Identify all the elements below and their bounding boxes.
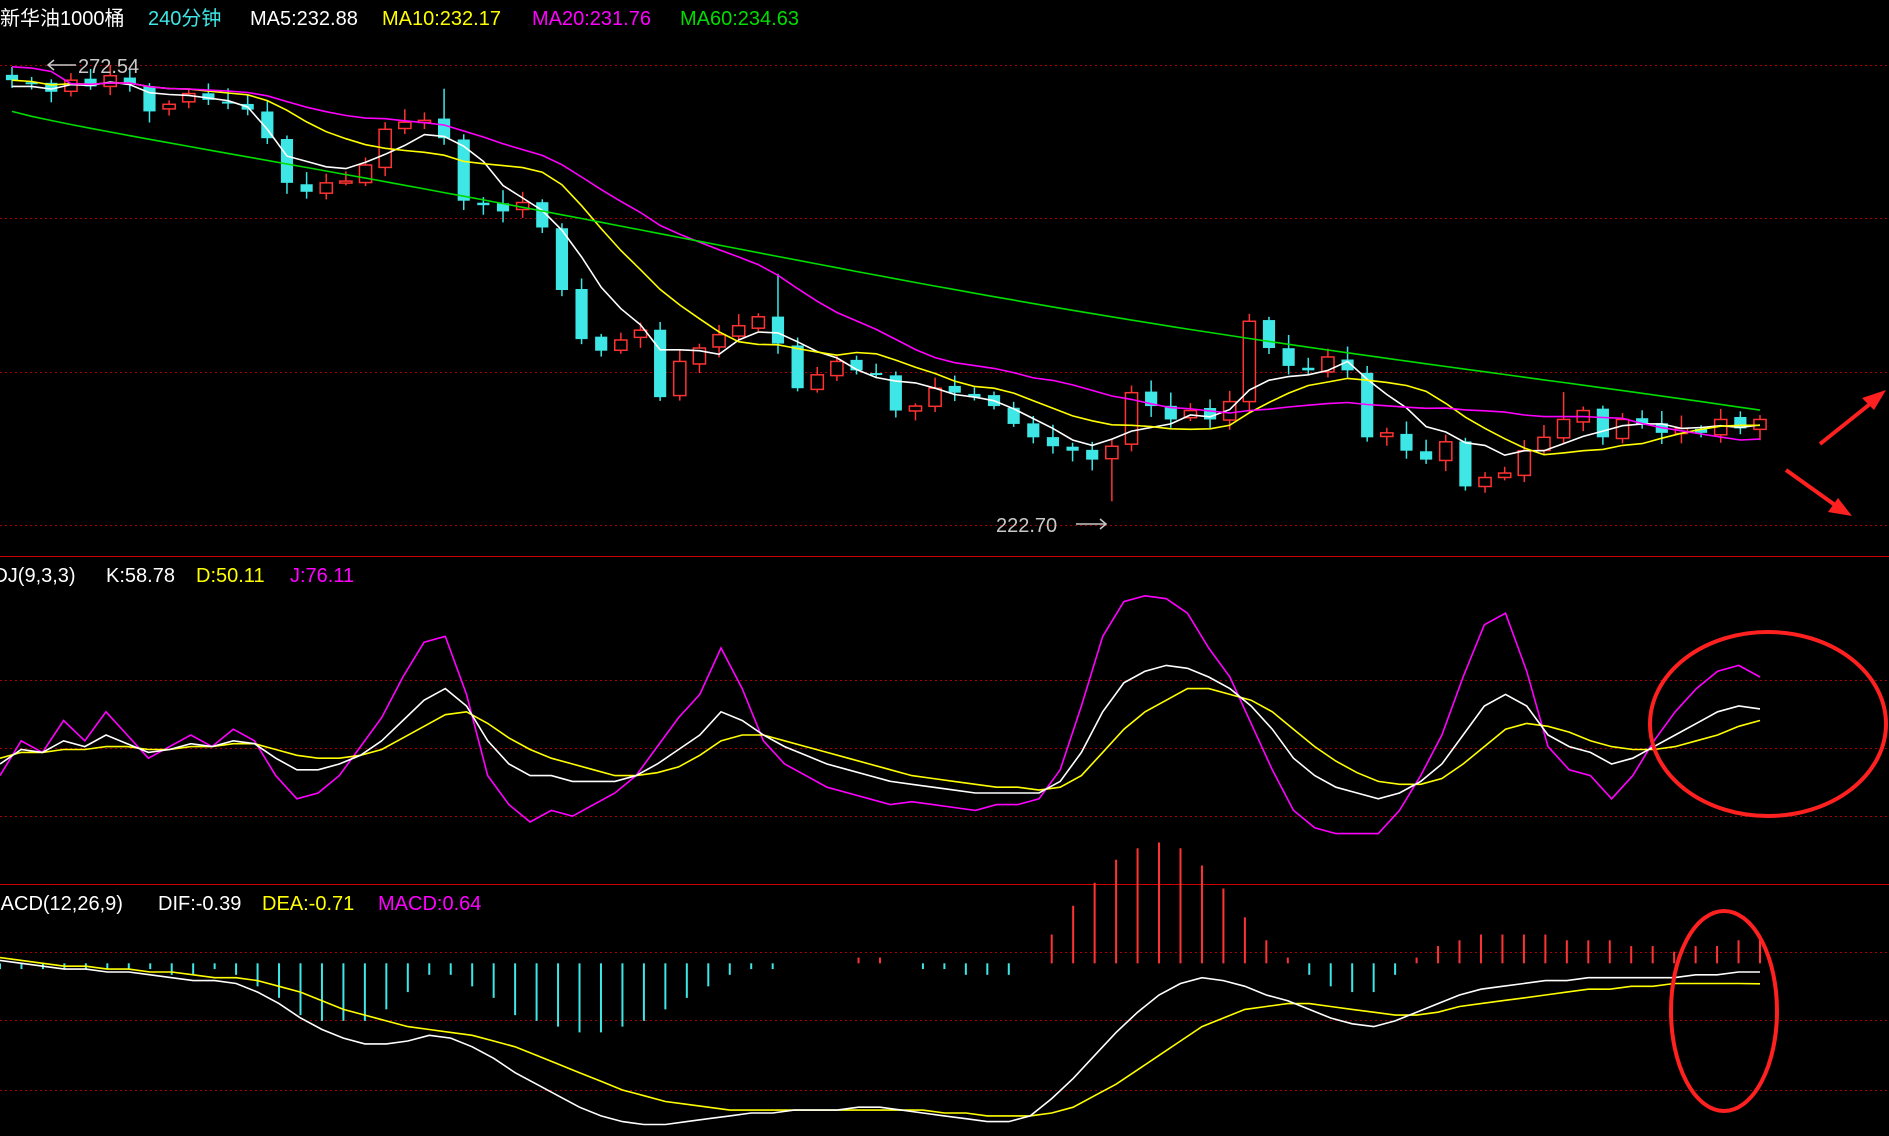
candle-body [1302, 367, 1315, 371]
candle-body [397, 121, 412, 130]
candle-body [1497, 472, 1512, 479]
candle-body [810, 374, 825, 391]
candle-body [751, 316, 766, 329]
kdj-name: KDJ(9,3,3) [0, 565, 76, 587]
candle-body [1438, 441, 1453, 462]
candle-body [1459, 441, 1472, 487]
candle-body [791, 345, 804, 389]
ma5-value: MA5:232.88 [250, 8, 358, 30]
candle-body [280, 139, 294, 183]
candle-body [575, 289, 588, 340]
candle-body [5, 74, 19, 81]
candle-body [1027, 423, 1040, 438]
price-header: 新华油1000桶 240分钟 MA5:232.88 MA10:232.17 MA… [0, 7, 799, 30]
high-price-label: 272.54 [78, 56, 139, 78]
candle-body [300, 184, 313, 192]
low-price-label: 222.70 [996, 515, 1057, 537]
candle-body [162, 103, 176, 110]
kdj-header: KDJ(9,3,3) K:58.78 D:50.11 J:76.11 [0, 565, 354, 587]
candle [555, 223, 569, 297]
ma20-value: MA20:231.76 [532, 8, 651, 30]
candle-body [339, 180, 353, 184]
candle-body [319, 182, 334, 194]
candle-body [1379, 432, 1394, 438]
kdj-d-value: D:50.11 [196, 565, 265, 587]
macd-dif-value: DIF:-0.39 [158, 893, 241, 915]
candle-body [928, 387, 942, 408]
candle-body [731, 324, 746, 337]
macd-header: MACD(12,26,9) DIF:-0.39 DEA:-0.71 MACD:0… [0, 893, 481, 915]
period-label: 240分钟 [148, 7, 221, 30]
candle-body [1086, 449, 1099, 460]
candle [1242, 313, 1257, 413]
ma10-value: MA10:232.17 [382, 8, 501, 30]
macd-hist-value: MACD:0.64 [378, 893, 481, 915]
candle [791, 337, 804, 392]
candle-body [654, 329, 667, 398]
candle-body [1556, 418, 1571, 439]
candle-body [712, 333, 726, 348]
instrument-name: 新华油1000桶 [0, 7, 125, 30]
candle-body [1046, 437, 1060, 447]
candle [1459, 437, 1472, 491]
candle-body [1753, 418, 1767, 431]
candle-body [771, 316, 785, 344]
candle-body [1517, 449, 1532, 477]
candle-body [1105, 445, 1119, 460]
macd-dea-value: DEA:-0.71 [262, 893, 354, 915]
candle [654, 322, 667, 401]
candle-body [830, 360, 844, 377]
candle-body [1400, 433, 1413, 451]
candle-body [672, 360, 687, 397]
candle-body [1615, 418, 1630, 440]
candle-body [1262, 320, 1276, 349]
kdj-j-value: J:76.11 [290, 565, 354, 587]
kdj-k-value: K:58.78 [106, 565, 175, 587]
candle-body [1066, 446, 1079, 451]
candle-body [948, 385, 961, 393]
candle-body [555, 228, 569, 290]
candle-body [908, 405, 923, 412]
candle-body [595, 336, 608, 351]
candle-body [358, 164, 373, 184]
candle-body [870, 373, 883, 376]
candle [1124, 385, 1139, 452]
candle-body [1420, 451, 1433, 460]
candle-body [477, 202, 490, 206]
candle-body [1478, 476, 1492, 488]
candle-body [614, 339, 628, 352]
ma60-value: MA60:234.63 [680, 8, 799, 30]
macd-name: MACD(12,26,9) [0, 893, 123, 915]
candle-body [1282, 348, 1295, 366]
chart-stage: 新华油1000桶 240分钟 MA5:232.88 MA10:232.17 MA… [0, 0, 1889, 1136]
